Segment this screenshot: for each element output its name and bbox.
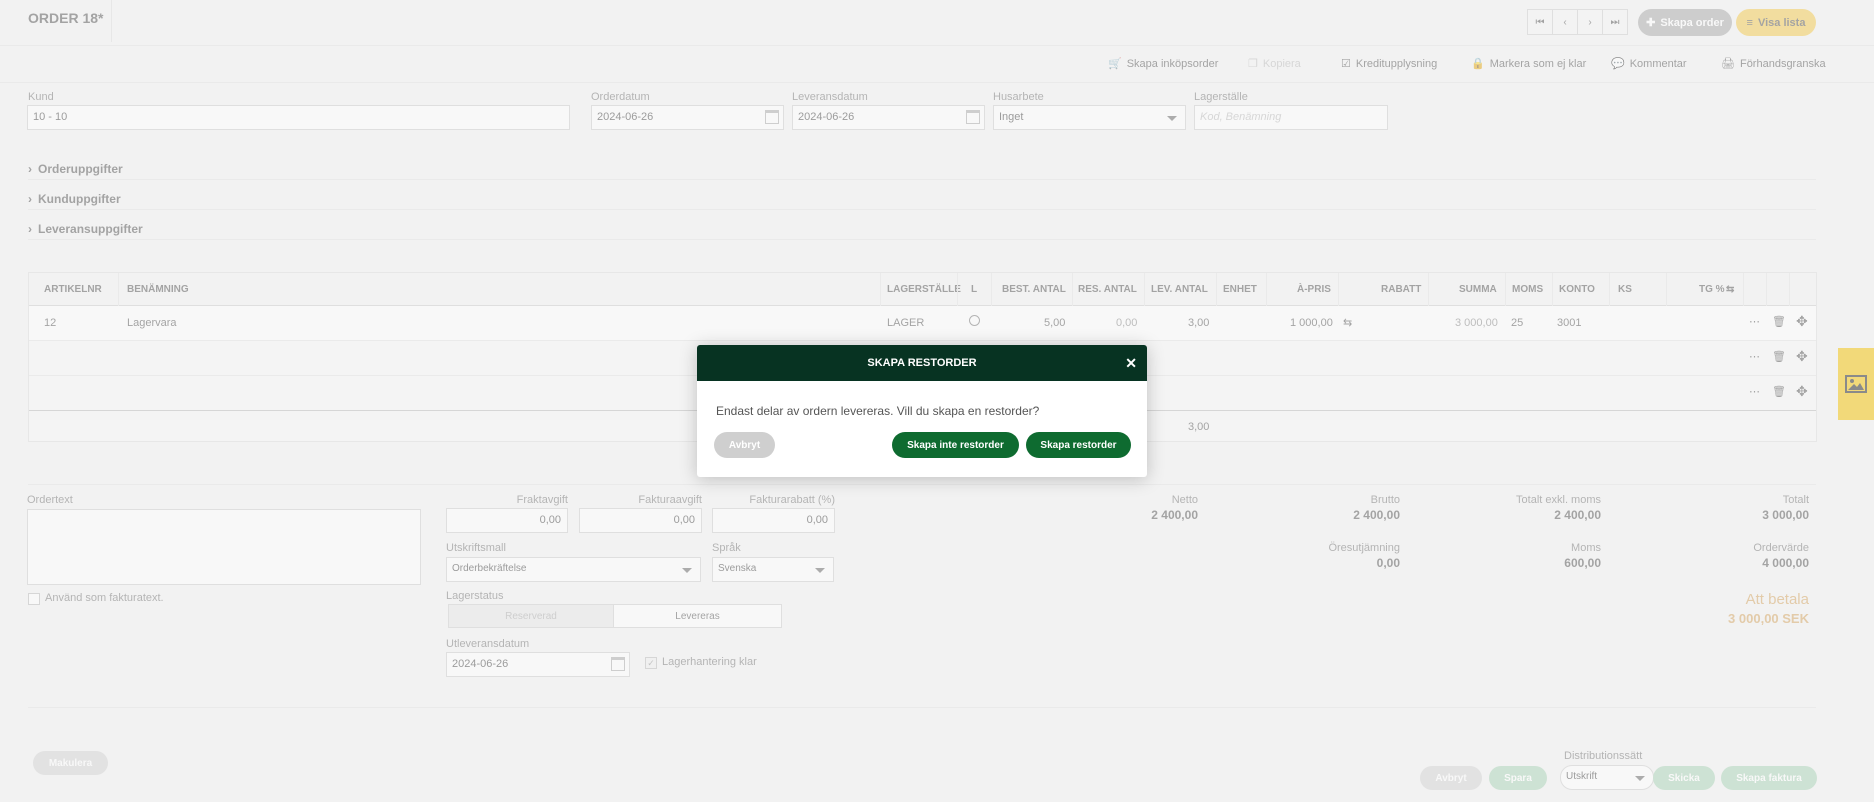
backorder-dialog: SKAPA RESTORDER ✕ Endast delar av ordern… (697, 345, 1147, 477)
create-backorder-button[interactable]: Skapa restorder (1026, 432, 1131, 458)
dialog-title: SKAPA RESTORDER (867, 357, 977, 369)
dialog-header: SKAPA RESTORDER ✕ (697, 345, 1147, 381)
close-icon[interactable]: ✕ (1125, 345, 1137, 381)
dialog-cancel-button[interactable]: Avbryt (714, 432, 775, 458)
dialog-message: Endast delar av ordern levereras. Vill d… (716, 404, 1040, 418)
no-backorder-button[interactable]: Skapa inte restorder (892, 432, 1019, 458)
